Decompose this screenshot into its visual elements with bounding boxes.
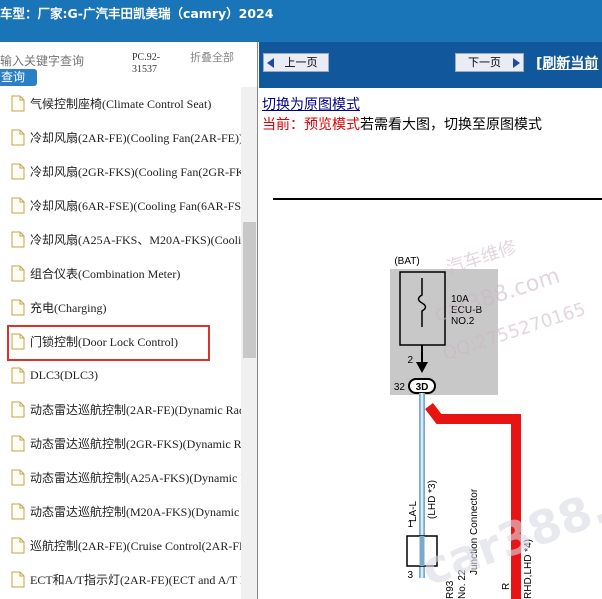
document-icon [11, 367, 25, 383]
pc-code: PC.92-31537 [132, 52, 161, 75]
current-mode: 预览模式 [304, 117, 360, 133]
next-page-button[interactable]: 下一页 [455, 53, 524, 72]
tree-item[interactable]: DLC3(DLC3) [0, 358, 241, 392]
app-title-bar: 车型：厂家:G-广汽丰田凯美瑞（camry）2024 [0, 0, 602, 42]
next-page-label: 下一页 [468, 56, 501, 69]
tree-item[interactable]: 动态雷达巡航控制(A25A-FKS)(Dynamic Radar Cruise … [0, 460, 241, 494]
tree-item[interactable]: 冷却风扇(2GR-FKS)(Cooling Fan(2GR-FKS)) [0, 154, 241, 188]
circuit-tree: 气候控制座椅(Climate Control Seat) 冷却风扇(2AR-FE)… [0, 87, 241, 599]
prev-page-button[interactable]: 上一页 [263, 53, 329, 72]
arrow-right-icon [513, 58, 520, 68]
tree-item[interactable]: 动态雷达巡航控制(2GR-FKS)(Dynamic Radar Cruise C… [0, 426, 241, 460]
document-icon [11, 231, 25, 247]
tree-item-label: 动态雷达巡航控制(2GR-FKS)(Dynamic Radar Cruise C… [30, 436, 241, 451]
tree-item[interactable]: 冷却风扇(6AR-FSE)(Cooling Fan(6AR-FSE)) [0, 188, 241, 222]
document-icon [11, 129, 25, 145]
pin-1-label: 1 [407, 519, 413, 530]
search-button[interactable]: 查询 [0, 69, 37, 86]
tree-item-label: 冷却风扇(2AR-FE)(Cooling Fan(2AR-FE)) [30, 130, 241, 145]
document-icon [11, 503, 25, 519]
current-prefix: 当前： [262, 117, 304, 133]
tree-item[interactable]: 巡航控制(2AR-FE)(Cruise Control(2AR-FE)) [0, 528, 241, 562]
document-icon [11, 265, 25, 281]
tree-item[interactable]: ECT和A/T指示灯(2AR-FE)(ECT and A/T Indicator… [0, 562, 241, 596]
tree-item[interactable]: 动态雷达巡航控制(2AR-FE)(Dynamic Radar Cruise Co… [0, 392, 241, 426]
document-icon [11, 469, 25, 485]
pin-3-label: 3 [407, 570, 413, 581]
search-bar: 查询 PC.92-31537 折叠全部 [0, 42, 257, 87]
tree-item-label: 气候控制座椅(Climate Control Seat) [30, 96, 212, 111]
prev-page-label: 上一页 [284, 56, 318, 69]
tree-item-label: 冷却风扇(A25A-FKS、M20A-FKS)(Cooling Fan) [30, 232, 241, 247]
window-title: 车型：厂家:G-广汽丰田凯美瑞（camry）2024 [0, 6, 274, 21]
document-icon [11, 95, 25, 111]
tree-scrollbar[interactable] [241, 87, 257, 599]
scrollbar-thumb[interactable] [243, 222, 256, 358]
document-icon [11, 401, 25, 417]
tree-item[interactable]: 动态雷达巡航控制(M20A-FKS)(Dynamic Radar Cruise … [0, 494, 241, 528]
pin-2-label: 2 [407, 355, 413, 366]
pin-32-label: 32 [394, 382, 406, 393]
document-icon [11, 571, 25, 587]
tree-item-label: 动态雷达巡航控制(M20A-FKS)(Dynamic Radar Cruise … [30, 504, 241, 519]
lhd-note: (LHD *3) [427, 480, 438, 519]
tree-item[interactable]: 组合仪表(Combination Meter) [0, 256, 241, 290]
left-panel: 查询 PC.92-31537 折叠全部 气候控制座椅(Climate Contr… [0, 42, 258, 599]
tree-item[interactable]: 充电(Charging) [0, 290, 241, 324]
tree-item-label: 组合仪表(Combination Meter) [30, 266, 181, 281]
current-mode-line: 当前：预览模式若需看大图，切换至原图模式 [262, 114, 542, 134]
tree-item-label: 冷却风扇(6AR-FSE)(Cooling Fan(6AR-FSE)) [30, 198, 241, 213]
tree-item-label: 动态雷达巡航控制(A25A-FKS)(Dynamic Radar Cruise … [30, 470, 241, 485]
wire-r-label: R [501, 583, 512, 590]
document-icon [11, 435, 25, 451]
arrow-left-icon [267, 58, 274, 68]
viewer-panel: 上一页 下一页 [刷新当前 切换为原图模式 当前：预览模式若需看大图，切换至原图… [259, 42, 602, 599]
switch-original-mode-link[interactable]: 切换为原图模式 [262, 94, 360, 114]
document-icon [11, 537, 25, 553]
watermark-large: car388.com [414, 443, 602, 597]
tree-item[interactable]: 冷却风扇(A25A-FKS、M20A-FKS)(Cooling Fan) [0, 222, 241, 256]
bat-label: (BAT) [394, 256, 419, 267]
tree-item[interactable]: 冷却风扇(2AR-FE)(Cooling Fan(2AR-FE)) [0, 120, 241, 154]
connector-3d-label: 3D [416, 382, 429, 393]
document-icon [11, 197, 25, 213]
viewer-toolbar: 上一页 下一页 [刷新当前 [259, 42, 602, 88]
collapse-all-button[interactable]: 折叠全部 [190, 52, 235, 64]
tree-item[interactable]: 气候控制座椅(Climate Control Seat) [0, 87, 241, 120]
current-hint: 若需看大图，切换至原图模式 [360, 117, 542, 133]
tree-item-label: 冷却风扇(2GR-FKS)(Cooling Fan(2GR-FKS)) [30, 164, 241, 179]
document-icon [11, 299, 25, 315]
tree-item-label: 巡航控制(2AR-FE)(Cruise Control(2AR-FE)) [30, 538, 241, 553]
tree-item-label: 充电(Charging) [30, 300, 107, 315]
wiring-diagram: (BAT) 10A ECU-B NO.2 2 3D 32 LA-L (LHD *… [273, 198, 602, 599]
highlight-box [7, 325, 210, 361]
tree-item-label: ECT和A/T指示灯(2AR-FE)(ECT and A/T Indicator… [30, 572, 241, 587]
tree-item-label: DLC3(DLC3) [30, 367, 98, 382]
document-icon [11, 163, 25, 179]
tree-item-label: 动态雷达巡航控制(2AR-FE)(Dynamic Radar Cruise Co… [30, 402, 241, 417]
refresh-current-link[interactable]: [刷新当前 [536, 53, 598, 73]
